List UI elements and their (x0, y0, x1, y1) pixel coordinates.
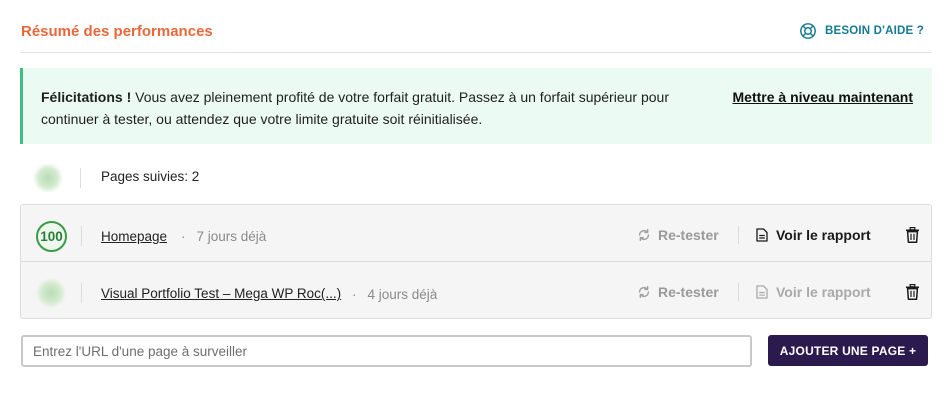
document-icon (756, 285, 768, 299)
page-name-link[interactable]: Visual Portfolio Test – Mega WP Roc(...) (101, 286, 341, 301)
document-icon (756, 228, 768, 242)
pages-tracked-count: Pages suivies: 2 (101, 169, 200, 184)
performance-score-badge: 100 (36, 221, 67, 252)
pages-summary: Pages suivies: 2 (20, 158, 932, 198)
performance-score-placeholder (36, 278, 66, 308)
view-report-label: Voir le rapport (776, 227, 871, 243)
divider (81, 283, 82, 303)
divider (738, 226, 739, 244)
page-url-input[interactable] (21, 335, 752, 367)
retest-label: Re-tester (658, 284, 719, 300)
refresh-icon (638, 228, 650, 242)
help-label: BESOIN D'AIDE ? (824, 25, 924, 37)
divider (81, 226, 82, 246)
trash-icon[interactable] (905, 227, 920, 243)
page-age: 7 jours déjà (196, 229, 267, 244)
add-page-button[interactable]: AJOUTER UNE PAGE + (768, 335, 928, 366)
retest-button[interactable]: Re-tester (637, 284, 719, 300)
notice-title: Félicitations ! (41, 89, 132, 105)
meta-separator: · (181, 229, 186, 244)
upgrade-now-link[interactable]: Mettre à niveau maintenant (733, 89, 914, 105)
page-age: 4 jours déjà (367, 287, 438, 302)
section-title: Résumé des performances (21, 23, 213, 40)
page-row: Visual Portfolio Test – Mega WP Roc(...)… (21, 262, 931, 318)
upgrade-notice: Félicitations ! Vous avez pleinement pro… (20, 68, 932, 144)
section-header: Résumé des performances BESOIN D'AIDE ? (20, 18, 932, 53)
page-name-link[interactable]: Homepage (101, 229, 167, 244)
divider (80, 168, 81, 188)
page-last-tested: · 7 jours déjà (181, 229, 266, 244)
trash-icon[interactable] (905, 284, 920, 300)
notice-body: Vous avez pleinement profité de votre fo… (41, 89, 669, 127)
notice-message: Félicitations ! Vous avez pleinement pro… (41, 87, 691, 130)
help-link[interactable]: BESOIN D'AIDE ? (799, 22, 924, 40)
view-report-button[interactable]: Voir le rapport (756, 284, 871, 300)
lifebuoy-icon (800, 23, 816, 39)
summary-score-placeholder (33, 163, 63, 193)
meta-separator: · (352, 287, 357, 302)
retest-button[interactable]: Re-tester (637, 227, 719, 243)
page-row: 100 Homepage · 7 jours déjà Re-tester Voi… (21, 205, 931, 262)
page-last-tested: · 4 jours déjà (352, 287, 437, 302)
view-report-button[interactable]: Voir le rapport (756, 227, 871, 243)
monitored-pages-list: 100 Homepage · 7 jours déjà Re-tester Voi… (20, 204, 932, 319)
divider (738, 283, 739, 301)
retest-label: Re-tester (658, 227, 719, 243)
refresh-icon (638, 285, 650, 299)
view-report-label: Voir le rapport (776, 284, 871, 300)
